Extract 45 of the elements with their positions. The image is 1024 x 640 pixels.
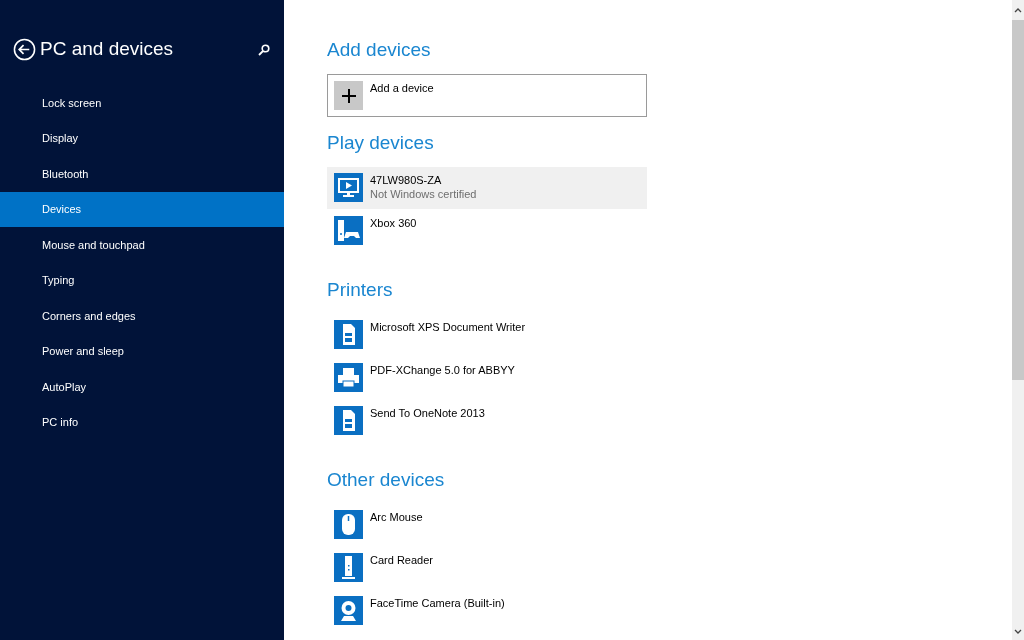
device-name: FaceTime Camera (Built-in) — [370, 596, 505, 610]
device-item[interactable]: PDF-XChange 5.0 for ABBYY — [327, 357, 647, 399]
sidebar-item[interactable]: AutoPlay — [0, 369, 284, 405]
sidebar-item[interactable]: Typing — [0, 262, 284, 298]
add-device-button[interactable]: Add a device — [327, 74, 647, 117]
device-name: Arc Mouse — [370, 510, 423, 524]
device-name: PDF-XChange 5.0 for ABBYY — [370, 363, 515, 377]
section-heading: Printers — [327, 278, 394, 302]
scrollbar[interactable] — [1012, 0, 1024, 640]
webcam-icon — [334, 596, 363, 625]
sidebar-item[interactable]: Devices — [0, 191, 284, 227]
device-name: Microsoft XPS Document Writer — [370, 320, 526, 334]
mouse-icon — [334, 510, 363, 539]
device-item[interactable]: Card Reader — [327, 547, 647, 589]
device-name: 47LW980S-ZA — [370, 173, 443, 187]
sidebar-item[interactable]: Corners and edges — [0, 298, 284, 334]
printer-icon — [334, 363, 363, 392]
section-heading: Other devices — [327, 468, 446, 492]
document-printer-icon — [334, 406, 363, 435]
scrollbar-thumb[interactable] — [1012, 20, 1024, 380]
sidebar-item[interactable]: PC info — [0, 404, 284, 440]
sidebar-item[interactable]: Display — [0, 120, 284, 156]
plus-icon — [334, 81, 363, 110]
console-icon — [334, 216, 363, 245]
sidebar-title: PC and devices — [40, 37, 175, 62]
monitor-icon — [334, 173, 363, 202]
device-status: Not Windows certified — [370, 187, 477, 201]
sidebar-item[interactable]: Lock screen — [0, 85, 284, 121]
device-item[interactable]: FaceTime Camera (Built-in) — [327, 590, 647, 632]
document-printer-icon — [334, 320, 363, 349]
device-name: Card Reader — [370, 553, 433, 567]
device-item[interactable]: Microsoft XPS Document Writer — [327, 314, 647, 356]
sidebar-item[interactable]: Power and sleep — [0, 333, 284, 369]
device-name: Send To OneNote 2013 — [370, 406, 485, 420]
sidebar-item[interactable]: Bluetooth — [0, 156, 284, 192]
section-heading: Add devices — [327, 38, 432, 62]
search-icon[interactable] — [258, 43, 270, 56]
device-item[interactable]: 47LW980S-ZA Not Windows certified — [327, 167, 647, 209]
device-name: Xbox 360 — [370, 216, 417, 230]
device-item[interactable]: Arc Mouse — [327, 504, 647, 546]
section-heading: Play devices — [327, 131, 435, 155]
device-item[interactable]: Send To OneNote 2013 — [327, 400, 647, 442]
device-item[interactable]: Xbox 360 — [327, 210, 647, 252]
sidebar-item[interactable]: Mouse and touchpad — [0, 227, 284, 263]
card-reader-icon — [334, 553, 363, 582]
